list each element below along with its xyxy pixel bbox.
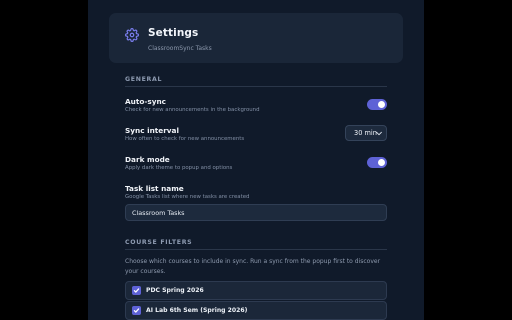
course-label: PDC Spring 2026 (146, 287, 204, 294)
sync-interval-label: Sync interval (125, 126, 179, 135)
course-row-pdc[interactable]: PDC Spring 2026 (125, 281, 387, 300)
task-list-description: Google Tasks list where new tasks are cr… (125, 194, 250, 200)
auto-sync-description: Check for new announcements in the backg… (125, 107, 260, 113)
page-title: Settings (148, 27, 199, 39)
section-divider (125, 249, 387, 250)
section-divider (125, 86, 387, 87)
dark-mode-label: Dark mode (125, 155, 170, 164)
task-list-input[interactable]: Classroom Tasks (125, 204, 387, 221)
check-icon (133, 288, 140, 293)
sync-interval-description: How often to check for new announcements (125, 136, 245, 142)
section-title-course-filters: COURSE FILTERS (125, 239, 193, 246)
course-checkbox[interactable] (132, 286, 141, 295)
course-filters-help: Choose which courses to include in sync.… (125, 258, 381, 275)
auto-sync-label: Auto-sync (125, 97, 166, 106)
settings-panel: Settings ClassroomSync Tasks GENERAL Aut… (88, 0, 424, 320)
chevron-down-icon (376, 131, 382, 136)
sync-interval-value: 30 min (354, 129, 377, 137)
check-icon (133, 308, 140, 313)
settings-header: Settings ClassroomSync Tasks (109, 13, 403, 63)
course-row-ai-lab[interactable]: AI Lab 6th Sem (Spring 2026) (125, 301, 387, 320)
sync-interval-select[interactable]: 30 min (345, 125, 387, 141)
section-title-general: GENERAL (125, 76, 163, 83)
task-list-label: Task list name (125, 184, 184, 193)
course-label: AI Lab 6th Sem (Spring 2026) (146, 307, 248, 314)
auto-sync-toggle[interactable] (367, 99, 387, 110)
dark-mode-toggle[interactable] (367, 157, 387, 168)
page-subtitle: ClassroomSync Tasks (148, 45, 212, 52)
gear-icon (125, 28, 139, 42)
task-list-value: Classroom Tasks (132, 209, 185, 217)
dark-mode-description: Apply dark theme to popup and options (125, 165, 233, 171)
course-checkbox[interactable] (132, 306, 141, 315)
